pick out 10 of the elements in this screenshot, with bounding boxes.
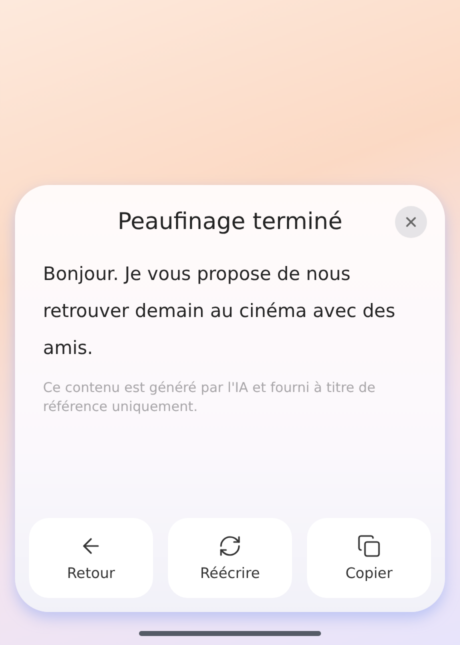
close-button[interactable]: [395, 206, 427, 238]
refresh-icon: [218, 534, 242, 558]
copy-button[interactable]: Copier: [307, 518, 431, 598]
back-button[interactable]: Retour: [29, 518, 153, 598]
copy-icon: [357, 534, 381, 558]
message-text: Bonjour. Je vous propose de nous retrouver demain au cinéma avec des amis.: [43, 263, 396, 361]
dialog-title: Peaufinage terminé: [118, 209, 342, 235]
rewrite-button[interactable]: Réécrire: [168, 518, 292, 598]
close-icon: [403, 214, 419, 230]
disclaimer-text: Ce contenu est généré par l'IA et fourni à titre de référence uniquement.: [43, 379, 376, 417]
